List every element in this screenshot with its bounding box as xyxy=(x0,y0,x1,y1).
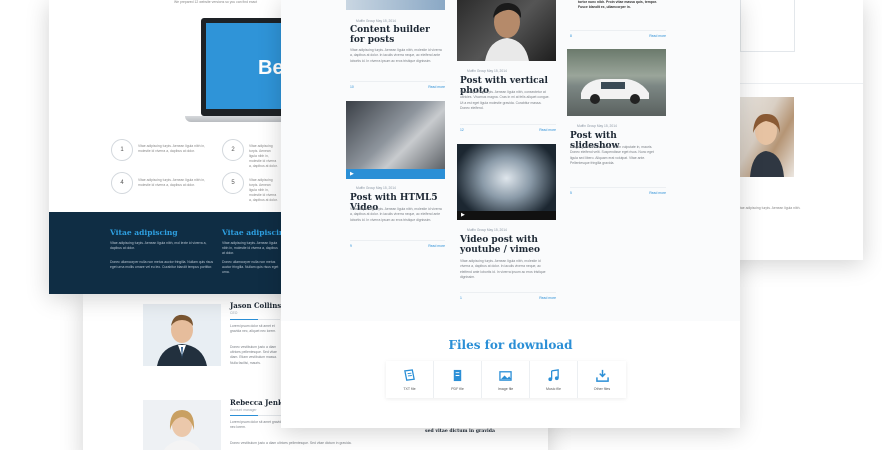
file-label: Image file xyxy=(497,386,514,391)
bottom-snippet: sed vitae dictum in gravida xyxy=(425,429,495,434)
post-image-top xyxy=(346,0,445,10)
band-title: Vitae adipiscing xyxy=(110,228,178,237)
comments-count[interactable]: 12 xyxy=(460,128,464,132)
image-file-icon xyxy=(499,370,512,381)
pdf-file-icon xyxy=(453,369,462,381)
post-meta: Muffin Group May 15, 2014 xyxy=(577,124,617,128)
post-meta: Muffin Group May 15, 2014 xyxy=(356,19,396,23)
comments-count[interactable]: 9 xyxy=(350,244,352,248)
post-footer: 9 Read more xyxy=(350,240,445,250)
files-row: TXT file PDF file Image file Music file … xyxy=(386,361,626,398)
music-file-icon xyxy=(548,368,559,381)
file-label: PDF file xyxy=(451,386,464,391)
profile-photo xyxy=(738,97,794,177)
post-title[interactable]: Content builder for posts xyxy=(350,25,440,45)
feature-number: 2 xyxy=(222,139,244,161)
blog-page: Muffin Group May 15, 2014 Content builde… xyxy=(281,0,740,428)
read-more-link[interactable]: Read more xyxy=(649,34,666,38)
file-other[interactable]: Other files xyxy=(578,361,626,398)
team-bio-more: Donec vestibulum justo a diam ultrices p… xyxy=(230,345,277,365)
read-more-link[interactable]: Read more xyxy=(649,191,666,195)
feature-number: 1 xyxy=(111,139,133,161)
team-role: CEO xyxy=(230,311,238,315)
team-name: Jason Collins xyxy=(230,301,282,310)
feature-text: Vitae adipiscing turpis. Aenean ligula n… xyxy=(138,144,206,153)
read-more-link[interactable]: Read more xyxy=(539,128,556,132)
form-box xyxy=(740,0,795,52)
youtube-controls[interactable]: ▶ xyxy=(457,211,556,220)
band-text: Donec ullamcorper nulla non metus auctor… xyxy=(222,260,279,274)
post-footer: 1 Read more xyxy=(460,292,556,302)
intro-text: We prepared 12 website versions so you c… xyxy=(174,0,258,4)
youtube-thumbnail[interactable]: ▶ xyxy=(457,144,556,220)
vertical-photo xyxy=(457,0,556,61)
woman-portrait xyxy=(143,400,221,450)
comments-count[interactable]: 10 xyxy=(350,85,354,89)
post-meta: Muffin Group May 15, 2014 xyxy=(467,69,507,73)
car-photo xyxy=(581,79,649,104)
band-text: Vitae adipiscing turpis. Aenean ligula n… xyxy=(222,241,278,255)
video-controls[interactable]: ▶ xyxy=(346,169,445,179)
post-excerpt: Vitae adipiscing turpis. Aenean ligula n… xyxy=(460,259,546,279)
post-excerpt: Vitae adipiscing turpis. Aenean ligula n… xyxy=(460,90,550,110)
woman-portrait xyxy=(750,113,784,177)
file-label: Other files xyxy=(593,386,611,391)
feature-text: Vitae adipiscing turpis. Aenean ligula n… xyxy=(138,178,206,187)
team-role: Account manager xyxy=(230,408,257,412)
side-text: Vitae adipiscing turpis. Aenean ligula n… xyxy=(737,206,801,210)
file-pdf[interactable]: PDF file xyxy=(434,361,482,398)
post-meta: Muffin Group May 15, 2014 xyxy=(467,228,507,232)
read-more-link[interactable]: Read more xyxy=(428,85,445,89)
team-divider xyxy=(230,319,280,320)
post-footer: 10 Read more xyxy=(350,81,445,91)
download-icon xyxy=(595,369,609,382)
feature-number: 5 xyxy=(222,172,244,194)
video-thumbnail[interactable]: ▶ xyxy=(346,101,445,179)
man-photo xyxy=(485,2,529,61)
divider xyxy=(720,83,863,84)
file-image[interactable]: Image file xyxy=(482,361,530,398)
band-text: Vitae adipiscing turpis. Aenean ligula n… xyxy=(110,241,207,250)
man-portrait xyxy=(143,304,221,366)
laptop-screen-text: Be xyxy=(258,57,284,79)
post-title[interactable]: Video post with youtube / vimeo xyxy=(460,235,557,255)
file-music[interactable]: Music file xyxy=(530,361,578,398)
file-txt[interactable]: TXT file xyxy=(386,361,434,398)
post-footer: 5 Read more xyxy=(570,187,666,197)
comments-count[interactable]: 1 xyxy=(460,296,462,300)
txt-file-icon xyxy=(404,368,415,381)
files-title: Files for download xyxy=(448,338,573,352)
file-label: Music file xyxy=(546,386,561,391)
band-title: Vitae adipiscing xyxy=(222,228,290,237)
read-more-link[interactable]: Read more xyxy=(539,296,556,300)
band-text: Donec ullamcorper nulla non metus auctor… xyxy=(110,260,214,269)
feature-text: Vitae adipiscing turpis. Aenean ligula n… xyxy=(249,178,278,202)
team-bio-more: Donec vestibulum justo a diam ultrices p… xyxy=(230,441,352,445)
post-excerpt: Vitae adipiscing turpis. Aenean ligula n… xyxy=(350,48,442,63)
post-excerpt: Integer gravida eros id arcu. Proin vulp… xyxy=(570,145,654,165)
slideshow-image[interactable] xyxy=(567,49,666,116)
post-excerpt-top: tortor nunc nibh. Proin vitae massa quis… xyxy=(578,0,657,10)
feature-number: 4 xyxy=(111,172,133,194)
team-bio: Lorem ipsum dolor sit amet et gravida ne… xyxy=(230,324,277,334)
file-label: TXT file xyxy=(403,386,416,391)
feature-text: Vitae adipiscing turpis. Aenean ligula n… xyxy=(249,144,278,168)
post-footer: 12 Read more xyxy=(460,124,556,134)
post-meta: Muffin Group May 15, 2014 xyxy=(356,186,396,190)
team-photo-jason xyxy=(143,304,221,366)
comments-count[interactable]: 5 xyxy=(570,191,572,195)
post-excerpt: Vitae adipiscing turpis. Aenean ligula n… xyxy=(350,207,442,222)
comments-count[interactable]: 8 xyxy=(570,34,572,38)
team-photo-rebecca xyxy=(143,400,221,450)
read-more-link[interactable]: Read more xyxy=(428,244,445,248)
post-footer: 8 Read more xyxy=(570,30,666,40)
